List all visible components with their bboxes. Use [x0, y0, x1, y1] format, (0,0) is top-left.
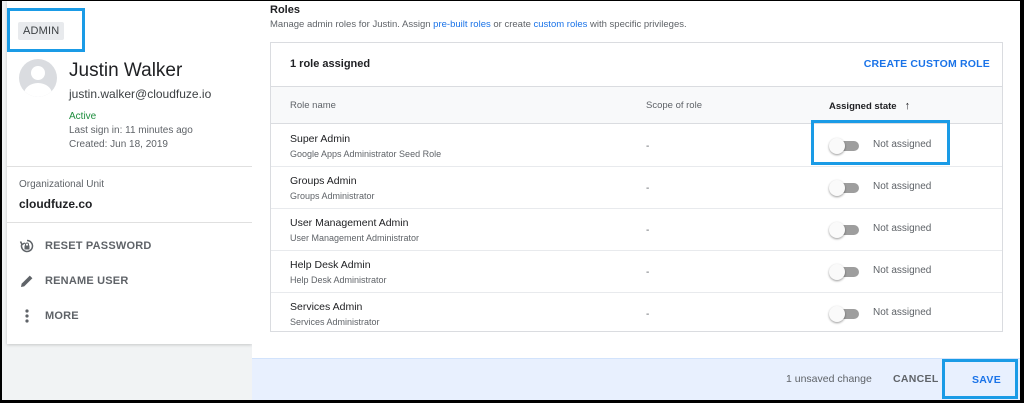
save-highlight: SAVE [942, 359, 1018, 399]
column-headers: Role name Scope of role Assigned state ↑ [271, 87, 1002, 124]
role-name: Super Admin [290, 133, 351, 145]
table-row: Services Admin Services Administrator - … [271, 293, 1002, 335]
cancel-button[interactable]: CANCEL [893, 373, 939, 385]
assign-toggle[interactable] [829, 264, 859, 280]
reset-password-label: RESET PASSWORD [45, 240, 152, 252]
avatar [19, 59, 57, 97]
save-button[interactable]: SAVE [972, 374, 1001, 386]
column-role-name[interactable]: Role name [290, 100, 336, 111]
user-email: justin.walker@cloudfuze.io [69, 87, 212, 101]
pencil-icon [19, 273, 35, 289]
org-unit-value: cloudfuze.co [19, 197, 93, 211]
divider [7, 166, 252, 167]
reset-password-button[interactable]: RESET PASSWORD [19, 236, 152, 256]
assigned-state: Not assigned [873, 307, 932, 318]
rename-user-label: RENAME USER [45, 275, 129, 287]
role-description: Services Administrator [290, 317, 380, 327]
role-description: Groups Administrator [290, 191, 375, 201]
role-scope: - [646, 141, 650, 152]
custom-roles-link[interactable]: custom roles [534, 19, 588, 30]
org-unit-label: Organizational Unit [19, 179, 105, 190]
column-scope[interactable]: Scope of role [646, 100, 702, 111]
role-count: 1 role assigned [290, 58, 371, 70]
app-window: ADMIN Justin Walker justin.walker@cloudf… [2, 1, 1020, 400]
roles-table-header: 1 role assigned CREATE CUSTOM ROLE [271, 43, 1002, 87]
roles-title: Roles [270, 4, 300, 16]
assign-toggle[interactable] [829, 306, 859, 322]
assigned-state: Not assigned [873, 265, 932, 276]
lock-reset-icon [19, 238, 35, 254]
table-row: Groups Admin Groups Administrator - Not … [271, 167, 1002, 209]
role-scope: - [646, 309, 650, 320]
assigned-state: Not assigned [873, 181, 932, 192]
role-name: Groups Admin [290, 175, 357, 187]
rename-user-button[interactable]: RENAME USER [19, 271, 129, 291]
admin-badge-highlight: ADMIN [7, 8, 85, 52]
column-assigned-state[interactable]: Assigned state ↑ [829, 100, 910, 112]
assign-toggle[interactable] [829, 180, 859, 196]
user-status: Active [69, 111, 97, 122]
role-scope: - [646, 225, 650, 236]
role-scope: - [646, 183, 650, 194]
table-row: Super Admin Google Apps Administrator Se… [271, 125, 1002, 167]
role-description: User Management Administrator [290, 233, 420, 243]
role-name: User Management Admin [290, 217, 409, 229]
created-date: Created: Jun 18, 2019 [69, 139, 168, 150]
more-label: MORE [45, 310, 79, 322]
sort-ascending-icon: ↑ [904, 100, 911, 112]
roles-table: 1 role assigned CREATE CUSTOM ROLE Role … [270, 42, 1003, 332]
more-button[interactable]: MORE [19, 306, 79, 326]
user-card: ADMIN Justin Walker justin.walker@cloudf… [7, 1, 252, 344]
role-scope: - [646, 267, 650, 278]
user-name: Justin Walker [69, 60, 183, 81]
roles-subtitle: Manage admin roles for Justin. Assign pr… [270, 19, 687, 30]
last-sign-in: Last sign in: 11 minutes ago [69, 125, 193, 136]
roles-panel: Roles Manage admin roles for Justin. Ass… [252, 1, 1020, 400]
table-row: Help Desk Admin Help Desk Administrator … [271, 251, 1002, 293]
create-custom-role-button[interactable]: CREATE CUSTOM ROLE [864, 58, 990, 70]
role-name: Services Admin [290, 301, 363, 313]
save-bar: 1 unsaved change CANCEL SAVE [252, 358, 1020, 400]
role-description: Help Desk Administrator [290, 275, 387, 285]
assigned-state: Not assigned [873, 223, 932, 234]
unsaved-changes: 1 unsaved change [786, 373, 872, 385]
more-vertical-icon [19, 308, 35, 324]
assign-toggle[interactable] [829, 222, 859, 238]
table-row: User Management Admin User Management Ad… [271, 209, 1002, 251]
assign-toggle[interactable] [829, 138, 859, 154]
role-name: Help Desk Admin [290, 259, 371, 271]
pre-built-roles-link[interactable]: pre-built roles [433, 19, 491, 30]
role-description: Google Apps Administrator Seed Role [290, 149, 442, 159]
assigned-state: Not assigned [873, 139, 932, 150]
divider [7, 222, 252, 223]
admin-badge: ADMIN [18, 22, 65, 40]
